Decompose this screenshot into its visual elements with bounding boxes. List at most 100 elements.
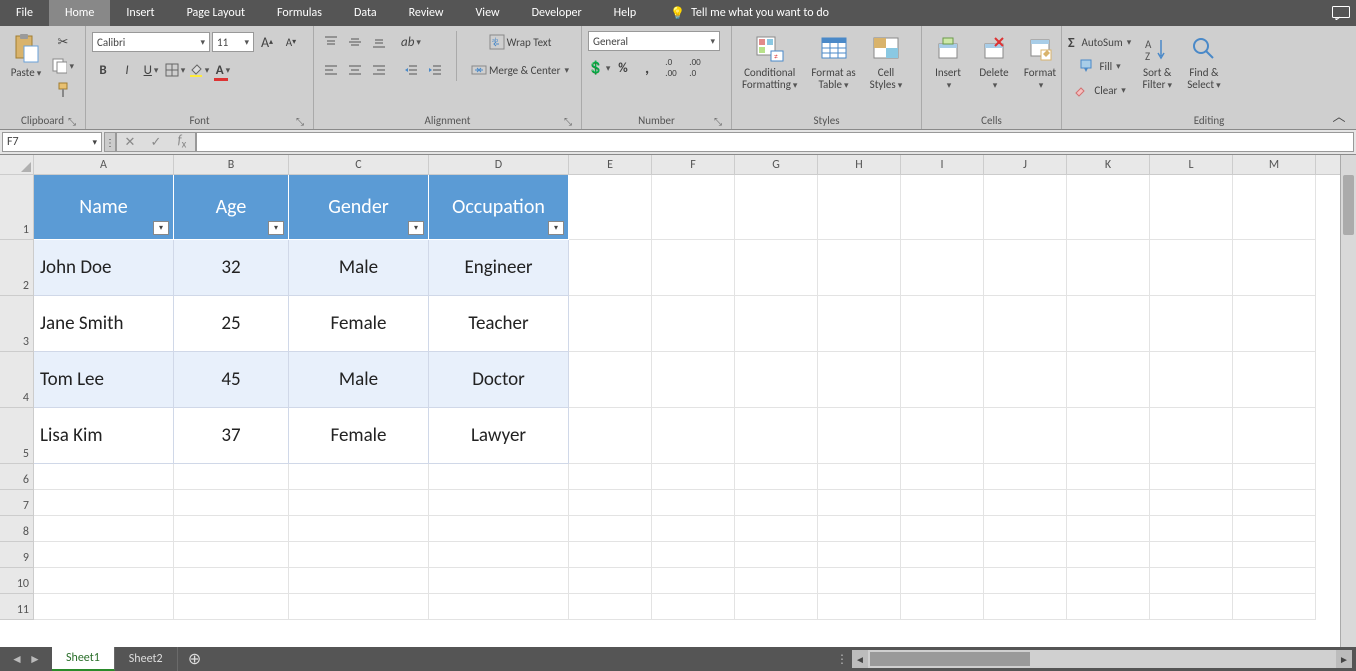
column-header-L[interactable]: L [1150,155,1233,174]
tab-home[interactable]: Home [49,0,110,26]
paste-button[interactable]: Paste▾ [6,31,46,82]
copy-button[interactable]: ▾ [52,55,74,77]
fill-color-button[interactable]: ▾ [188,59,210,81]
column-header-C[interactable]: C [289,155,429,174]
horizontal-scrollbar[interactable]: ◄ ► [852,650,1352,668]
font-size-combo[interactable]: 11▾ [212,32,254,52]
cell[interactable] [652,568,735,594]
find-select-button[interactable]: Find & Select▾ [1183,31,1224,94]
cell[interactable] [984,464,1067,490]
comments-icon[interactable] [1326,0,1356,26]
cell[interactable] [735,240,818,296]
cell[interactable] [174,490,289,516]
cell[interactable] [34,568,174,594]
cell[interactable] [984,568,1067,594]
cell[interactable] [1067,594,1150,620]
table-cell[interactable]: 25 [174,296,289,352]
cell[interactable] [901,296,984,352]
row-header-6[interactable]: 6 [0,464,34,490]
row-header-10[interactable]: 10 [0,568,34,594]
column-header-K[interactable]: K [1067,155,1150,174]
name-box[interactable]: F7▾ [2,132,102,152]
cell[interactable] [569,296,652,352]
cell[interactable] [901,594,984,620]
cell[interactable] [174,594,289,620]
autosum-button[interactable]: Σ AutoSum▾ [1068,31,1131,53]
sheet-tab-2[interactable]: Sheet2 [115,647,178,671]
cell[interactable] [1233,240,1316,296]
cell[interactable] [1067,516,1150,542]
tab-file[interactable]: File [0,0,49,26]
row-header-5[interactable]: 5 [0,408,34,464]
cell[interactable] [1150,352,1233,408]
cell[interactable] [1067,296,1150,352]
cell[interactable] [652,175,735,240]
cell[interactable] [289,464,429,490]
accept-formula-button[interactable]: ✓ [143,135,169,150]
table-header-age[interactable]: Age▾ [174,175,289,240]
cell[interactable] [735,352,818,408]
cell[interactable] [818,352,901,408]
fill-button[interactable]: Fill▾ [1068,55,1131,77]
decrease-indent-button[interactable] [400,59,422,81]
scroll-left-button[interactable]: ◄ [852,650,868,668]
table-cell[interactable]: Doctor [429,352,569,408]
cell[interactable] [735,594,818,620]
table-cell[interactable]: Female [289,296,429,352]
cell[interactable] [901,352,984,408]
cell[interactable] [984,594,1067,620]
cell[interactable] [818,516,901,542]
borders-button[interactable]: ▾ [164,59,186,81]
increase-decimal-button[interactable]: .0.00 [660,57,682,79]
italic-button[interactable]: I [116,59,138,81]
next-sheet-button[interactable]: ► [26,652,44,667]
conditional-formatting-button[interactable]: ≠ Conditional Formatting▾ [738,31,801,94]
cell[interactable] [984,296,1067,352]
cell[interactable] [569,542,652,568]
cell[interactable] [1233,490,1316,516]
cell[interactable] [735,568,818,594]
row-header-11[interactable]: 11 [0,594,34,620]
cell[interactable] [652,352,735,408]
cell[interactable] [1067,542,1150,568]
cell[interactable] [1150,516,1233,542]
cell[interactable] [34,490,174,516]
cell[interactable] [735,516,818,542]
table-cell[interactable]: John Doe [34,240,174,296]
dialog-launcher-icon[interactable]: ⤡ [293,115,307,129]
cell[interactable] [1233,542,1316,568]
tab-page-layout[interactable]: Page Layout [171,0,261,26]
table-cell[interactable]: Teacher [429,296,569,352]
row-header-2[interactable]: 2 [0,240,34,296]
column-header-D[interactable]: D [429,155,569,174]
cell[interactable] [569,464,652,490]
cell[interactable] [901,464,984,490]
cell[interactable] [735,464,818,490]
cell[interactable] [901,568,984,594]
cell[interactable] [569,490,652,516]
cell[interactable] [569,568,652,594]
table-cell[interactable]: Jane Smith [34,296,174,352]
font-name-combo[interactable]: Calibri▾ [92,32,210,52]
cell[interactable] [652,240,735,296]
cell[interactable] [652,594,735,620]
cell[interactable] [1233,408,1316,464]
cell[interactable] [984,175,1067,240]
cell[interactable] [429,594,569,620]
cell[interactable] [1233,594,1316,620]
delete-cells-button[interactable]: Delete▾ [974,31,1014,94]
align-left-button[interactable] [320,59,342,81]
align-top-button[interactable] [320,31,342,53]
column-header-B[interactable]: B [174,155,289,174]
comma-button[interactable]: , [636,57,658,79]
cell[interactable] [1067,352,1150,408]
cell[interactable] [818,240,901,296]
cell[interactable] [652,408,735,464]
table-header-gender[interactable]: Gender▾ [289,175,429,240]
row-header-8[interactable]: 8 [0,516,34,542]
cell[interactable] [735,175,818,240]
cell[interactable] [735,542,818,568]
cell[interactable] [652,464,735,490]
cell[interactable] [1150,490,1233,516]
cell[interactable] [1233,296,1316,352]
